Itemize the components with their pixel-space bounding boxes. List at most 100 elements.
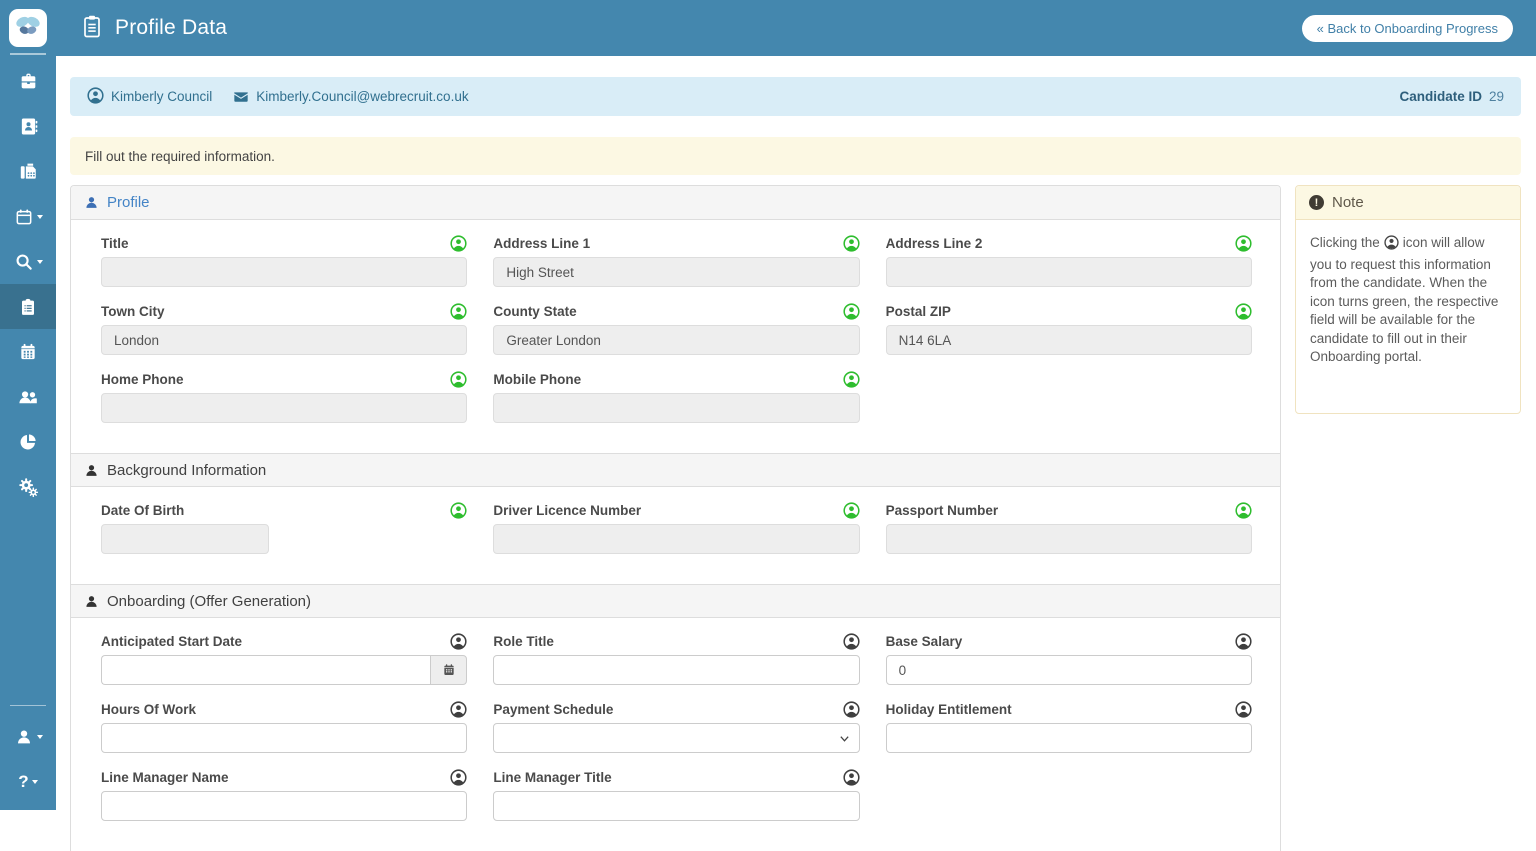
search-icon [14,252,34,272]
sidebar-item-account[interactable] [0,714,56,759]
request-from-candidate-icon[interactable] [843,769,860,786]
question-icon: ? [18,773,28,790]
anticipated-start-date-input[interactable] [101,655,430,685]
envelope-icon [233,89,249,105]
field-label: Date Of Birth [101,503,184,518]
field-county-state: County State [493,304,859,355]
sidebar-item-calendar[interactable] [0,194,56,239]
calendar-icon [442,663,456,677]
sidebar-divider [10,705,46,706]
request-from-candidate-icon[interactable] [1235,303,1252,320]
chevron-down-icon [32,780,38,784]
request-from-candidate-icon[interactable] [450,701,467,718]
content: Kimberly Council Kimberly.Council@webrec… [56,56,1536,851]
field-label: Driver Licence Number [493,503,641,518]
field-title: Title [101,236,467,287]
holiday-entitlement-input[interactable] [886,723,1252,753]
request-from-candidate-icon[interactable] [1235,502,1252,519]
mobile-phone-input [493,393,859,423]
field-anticipated-start-date: Anticipated Start Date [101,634,467,685]
request-from-candidate-icon[interactable] [843,502,860,519]
app-logo[interactable] [9,9,47,47]
note-title: Note [1332,194,1364,211]
request-from-candidate-icon[interactable] [1235,701,1252,718]
field-label: Town City [101,304,165,319]
chevron-down-icon [37,735,43,739]
briefcase-icon [18,71,39,92]
field-label: Passport Number [886,503,999,518]
sidebar-bottom: ? [0,705,56,810]
request-from-candidate-icon[interactable] [843,235,860,252]
sidebar: ? [0,0,56,810]
sidebar-item-users[interactable] [0,374,56,419]
logo-divider [10,53,46,55]
sidebar-item-fax[interactable] [0,149,56,194]
sidebar-item-contacts[interactable] [0,104,56,149]
back-to-onboarding-button[interactable]: « Back to Onboarding Progress [1302,15,1513,42]
sidebar-item-search[interactable] [0,239,56,284]
field-driver-licence-number: Driver Licence Number [493,503,859,554]
calendar-grid-icon [18,342,38,362]
sidebar-item-settings[interactable] [0,464,56,509]
request-from-candidate-icon[interactable] [450,502,467,519]
request-from-candidate-icon[interactable] [843,633,860,650]
section-header-background-information: Background Information [71,453,1280,487]
request-from-candidate-icon[interactable] [1235,633,1252,650]
field-label: Anticipated Start Date [101,634,242,649]
field-label: Title [101,236,129,251]
gears-icon [17,476,39,498]
datepicker-button[interactable] [430,655,467,685]
person-icon [84,195,99,210]
line-manager-title-input[interactable] [493,791,859,821]
field-label: County State [493,304,576,319]
request-from-candidate-icon[interactable] [450,303,467,320]
request-from-candidate-icon[interactable] [450,769,467,786]
section-title: Profile [107,194,150,211]
sidebar-item-profile-data[interactable] [0,284,56,329]
section-header-onboarding: Onboarding (Offer Generation) [71,584,1280,618]
alert-text: Fill out the required information. [85,149,275,164]
hours-of-work-input[interactable] [101,723,467,753]
topbar: Profile Data « Back to Onboarding Progre… [56,0,1536,56]
sidebar-item-schedule[interactable] [0,329,56,374]
chevron-down-icon [839,733,850,744]
calendar-icon [14,207,34,227]
sidebar-item-reports[interactable] [0,419,56,464]
candidate-email: Kimberly.Council@webrecruit.co.uk [256,89,468,104]
request-from-candidate-icon[interactable] [450,633,467,650]
field-postal-zip: Postal ZIP [886,304,1252,355]
section-header-profile: Profile [71,186,1280,220]
request-from-candidate-icon[interactable] [843,371,860,388]
base-salary-input[interactable] [886,655,1252,685]
field-mobile-phone: Mobile Phone [493,372,859,423]
field-base-salary: Base Salary [886,634,1252,685]
request-from-candidate-icon[interactable] [843,303,860,320]
person-icon [84,463,99,478]
sidebar-item-jobs[interactable] [0,59,56,104]
note-panel: ! Note Clicking theicon will allow you t… [1295,185,1521,414]
request-from-candidate-icon[interactable] [1235,235,1252,252]
payment-schedule-select[interactable] [493,723,859,753]
field-holiday-entitlement: Holiday Entitlement [886,702,1252,753]
field-label: Hours Of Work [101,702,196,717]
profile-form-panel: Profile Title Address Line 1 [70,185,1281,851]
field-label: Home Phone [101,372,184,387]
sidebar-item-help[interactable]: ? [0,759,56,804]
field-passport-number: Passport Number [886,503,1252,554]
role-title-input[interactable] [493,655,859,685]
note-text-after: icon will allow you to request this info… [1310,235,1498,364]
person-icon [84,594,99,609]
request-from-candidate-icon[interactable] [843,701,860,718]
info-alert: Fill out the required information. [70,137,1521,175]
address-line-1-input [493,257,859,287]
request-from-candidate-icon[interactable] [450,235,467,252]
field-role-title: Role Title [493,634,859,685]
line-manager-name-input[interactable] [101,791,467,821]
home-phone-input [101,393,467,423]
request-from-candidate-icon[interactable] [450,371,467,388]
candidate-id-value: 29 [1489,89,1504,104]
address-book-icon [18,116,39,137]
chevron-down-icon [37,260,43,264]
driver-licence-number-input [493,524,859,554]
field-line-manager-name: Line Manager Name [101,770,467,821]
